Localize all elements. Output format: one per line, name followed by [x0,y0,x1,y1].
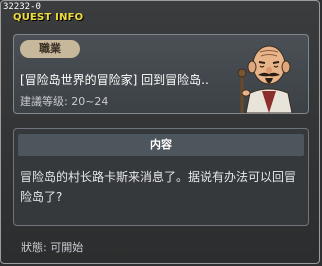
quest-name: [冒险岛世界的冒险家] 回到冒险岛.. [20,73,209,87]
quest-header-card: 職業 [冒险岛世界的冒险家] 回到冒险岛.. 建議等级: 20~24 [13,34,309,114]
old-chief-portrait-icon [237,45,293,113]
quest-description: 冒险岛的村长路卡斯来消息了。据说有办法可以回冒险岛了? [20,170,297,204]
window-title: QUEST INFO [13,12,84,23]
category-badge: 職業 [20,40,80,58]
quest-status: 狀態: 可開始 [21,241,84,254]
quest-info-window: 32232-0 QUEST INFO 職業 [冒险岛世界的冒险家] 回到冒险岛.… [0,0,320,264]
recommended-level: 建議等级: 20~24 [20,95,109,108]
content-header: 内容 [18,134,304,156]
quest-content-card: 内容 冒险岛的村长路卡斯来消息了。据说有办法可以回冒险岛了? [13,128,309,226]
quest-id: 32232-0 [3,2,41,12]
